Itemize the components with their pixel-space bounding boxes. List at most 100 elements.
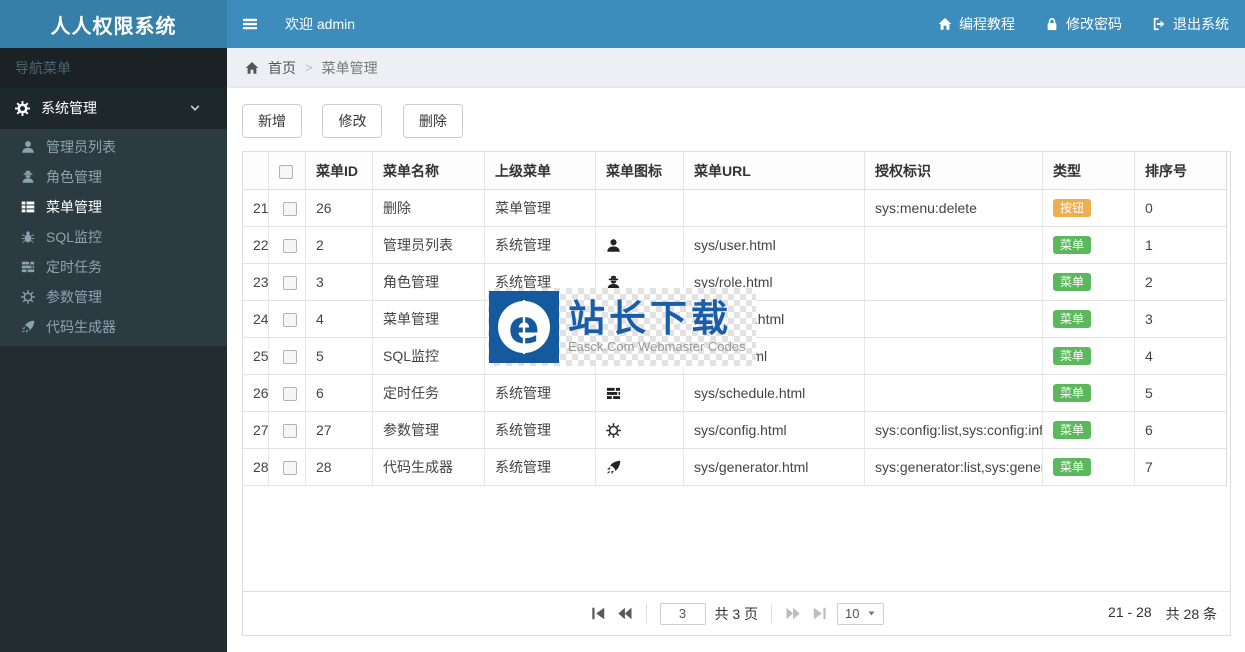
add-button[interactable]: 新增 [242,104,302,138]
rocket-icon [21,320,35,334]
cell-rownum: 21 [243,190,269,227]
row-checkbox[interactable] [283,202,297,217]
previous-page-button[interactable] [615,605,632,622]
sidebar-item-role-management[interactable]: 角色管理 [0,162,227,192]
watermark-text: 站长下载 Easck.Com Webmaster Codes [559,299,746,355]
cell-order: 6 [1135,412,1227,449]
cell-menu-name: 代码生成器 [373,449,485,486]
total-pages-label: 共 3 页 [714,605,759,622]
cell-menu-id: 28 [306,449,373,486]
type-badge-menu: 菜单 [1053,310,1092,328]
table-row[interactable]: 22 2 管理员列表 系统管理 sys/user.html 菜单 1 [243,227,1227,264]
cell-menu-name: 定时任务 [373,375,485,412]
sidebar-item-label: 菜单管理 [46,199,102,215]
cell-rownum: 22 [243,227,269,264]
breadcrumb-home-link[interactable]: 首页 [268,58,296,78]
sidebar-item-label: SQL监控 [46,229,103,245]
table-row[interactable]: 21 26 删除 菜单管理 sys:menu:delete 按钮 0 [243,190,1227,227]
row-checkbox[interactable] [283,424,297,439]
cell-rownum: 26 [243,375,269,412]
cell-order: 5 [1135,375,1227,412]
header-menu-url[interactable]: 菜单URL [684,152,865,190]
cell-parent-menu: 菜单管理 [485,190,596,227]
cell-perms: sys:generator:list,sys:generator [865,449,1043,486]
sidebar-item-parameter-management[interactable]: 参数管理 [0,282,227,312]
cell-perms: sys:config:list,sys:config:info [865,412,1043,449]
cell-rownum: 23 [243,264,269,301]
watermark-subtitle: Easck.Com Webmaster Codes [568,339,746,355]
sidebar-item-label: 管理员列表 [46,139,116,155]
sidebar: 导航菜单 系统管理 管理员列表 角色管理 菜单管理 SQL监控 定时任务 参数管… [0,48,227,652]
page-number-input[interactable] [659,602,706,625]
app-logo[interactable]: 人人权限系统 [0,0,227,48]
top-nav-right: 编程教程 修改密码 退出系统 [938,14,1245,34]
edit-button[interactable]: 修改 [322,104,383,138]
cell-menu-icon [596,227,684,264]
header-menu-icon[interactable]: 菜单图标 [596,152,684,190]
grid-panel: 菜单ID 菜单名称 上级菜单 菜单图标 菜单URL 授权标识 类型 排序号 21 [242,151,1231,636]
sidebar-item-label: 代码生成器 [46,319,116,335]
cell-parent-menu: 系统管理 [485,412,596,449]
select-all-checkbox[interactable] [279,164,293,179]
cell-rownum: 27 [243,412,269,449]
cell-parent-menu: 系统管理 [485,375,596,412]
sidebar-item-sql-monitor[interactable]: SQL监控 [0,222,227,252]
delete-button[interactable]: 删除 [402,104,463,138]
next-page-button[interactable] [785,605,802,622]
cell-select [269,190,306,227]
cell-menu-name: 角色管理 [373,264,485,301]
header-menu-id[interactable]: 菜单ID [306,152,373,190]
first-page-button[interactable] [589,605,606,622]
nav-link-logout[interactable]: 退出系统 [1152,14,1229,34]
cell-perms [865,301,1043,338]
row-checkbox[interactable] [283,350,297,365]
row-checkbox[interactable] [283,461,297,476]
row-checkbox[interactable] [283,276,297,291]
cell-type: 菜单 [1043,375,1135,412]
cell-menu-url: sys/config.html [684,412,865,449]
row-checkbox[interactable] [283,313,297,328]
header-menu-name[interactable]: 菜单名称 [373,152,485,190]
header-type[interactable]: 类型 [1043,152,1135,190]
pager-controls: 共 3 页 10 [589,602,884,625]
table-row[interactable]: 27 27 参数管理 系统管理 sys/config.html sys:conf… [243,412,1227,449]
user-icon [606,238,621,253]
nav-link-tutorial[interactable]: 编程教程 [938,14,1015,34]
user-secret-icon [21,170,35,184]
page-size-select[interactable]: 10 [837,602,884,625]
row-checkbox[interactable] [283,387,297,402]
header-perms[interactable]: 授权标识 [865,152,1043,190]
sidebar-toggle-button[interactable] [227,0,273,48]
bug-icon [21,230,35,244]
header-order[interactable]: 排序号 [1135,152,1227,190]
sidebar-item-code-generator[interactable]: 代码生成器 [0,312,227,342]
list-icon [21,200,35,214]
nav-link-label: 退出系统 [1173,16,1229,32]
header-parent-menu[interactable]: 上级菜单 [485,152,596,190]
last-page-button[interactable] [811,605,828,622]
sidebar-item-scheduled-tasks[interactable]: 定时任务 [0,252,227,282]
header-select-all[interactable] [269,152,306,190]
cell-menu-id: 2 [306,227,373,264]
cell-select [269,227,306,264]
sidebar-group-system-management[interactable]: 系统管理 [0,87,227,129]
nav-link-change-password[interactable]: 修改密码 [1045,14,1122,34]
bars-icon [242,16,258,32]
row-checkbox[interactable] [283,239,297,254]
sidebar-item-admin-list[interactable]: 管理员列表 [0,132,227,162]
sidebar-item-label: 定时任务 [46,259,102,275]
cell-parent-menu: 系统管理 [485,449,596,486]
cell-menu-url [684,190,865,227]
top-bar: 人人权限系统 欢迎 admin 编程教程 修改密码 退出系统 [0,0,1245,48]
sidebar-item-menu-management[interactable]: 菜单管理 [0,192,227,222]
cell-order: 7 [1135,449,1227,486]
cell-menu-id: 6 [306,375,373,412]
breadcrumb-separator: > [305,60,313,75]
sidebar-group-label: 系统管理 [41,100,97,116]
cell-order: 1 [1135,227,1227,264]
cell-menu-name: 删除 [373,190,485,227]
cell-perms [865,375,1043,412]
app-title: 人人权限系统 [50,15,177,38]
table-row[interactable]: 26 6 定时任务 系统管理 sys/schedule.html 菜单 5 [243,375,1227,412]
table-row[interactable]: 28 28 代码生成器 系统管理 sys/generator.html sys:… [243,449,1227,486]
